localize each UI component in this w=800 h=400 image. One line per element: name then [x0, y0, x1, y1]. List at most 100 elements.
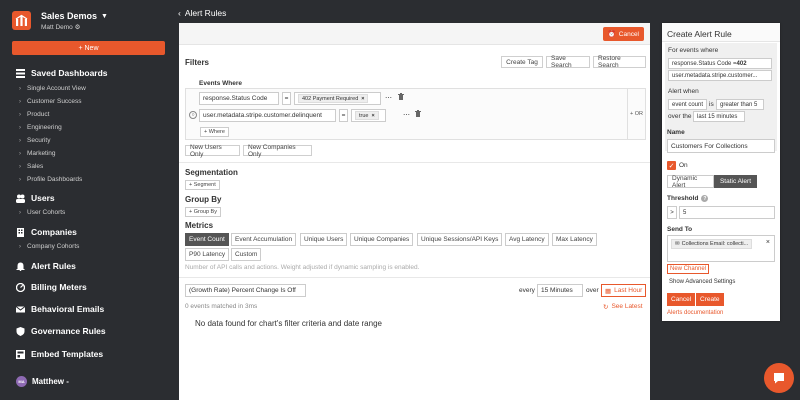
nav-sub-label: Company Cohorts [27, 243, 80, 250]
metric-unique-sessions[interactable]: Unique Sessions/API Keys [417, 233, 503, 246]
metric-max-latency[interactable]: Max Latency [552, 233, 597, 246]
metric-p90-latency[interactable]: P90 Latency [185, 248, 230, 261]
trash-icon[interactable] [398, 93, 404, 102]
enabled-checkbox[interactable]: ✓ [667, 161, 676, 170]
nav-dashboard-item[interactable]: › Product [19, 111, 49, 118]
nav-billing-meters[interactable]: Billing Meters [16, 282, 87, 292]
value-tag: 402 Payment Required × [298, 94, 369, 103]
add-or-button[interactable]: + OR [627, 89, 645, 139]
metric-event-count[interactable]: Event Count [185, 233, 229, 246]
filter-operator-1[interactable]: = [282, 92, 291, 105]
more-icon[interactable]: ⋯ [403, 111, 410, 119]
filter-operator-2[interactable]: = [339, 109, 348, 122]
alert-condition: greater than 5 [716, 99, 764, 110]
nav-users[interactable]: Users [16, 193, 55, 203]
every-label: every [519, 287, 535, 294]
lock-icon: ○ [189, 111, 197, 119]
chevron-right-icon: › [19, 137, 21, 144]
alert-cancel-button[interactable]: Cancel [667, 293, 696, 306]
query-panel: ⏰ Cancel Filters Create Tag Save Search R… [179, 23, 650, 400]
gauge-icon [16, 282, 25, 292]
new-channel-button[interactable]: New Channel [667, 264, 710, 274]
nav-dashboard-item[interactable]: › Single Account View [19, 85, 86, 92]
new-button[interactable]: + New [12, 41, 165, 55]
send-to-field[interactable]: ✉ Collections Email: collecti... × [667, 235, 775, 262]
metric-unique-users[interactable]: Unique Users [300, 233, 348, 246]
users-icon [16, 194, 25, 203]
more-icon[interactable]: ⋯ [385, 94, 392, 102]
nav-embed-templates[interactable]: Embed Templates [16, 349, 103, 359]
nav-behavioral-emails[interactable]: Behavioral Emails [16, 304, 104, 314]
new-users-only-button[interactable]: New Users Only [185, 144, 240, 158]
see-latest-link[interactable]: ↻ See Latest [603, 303, 643, 311]
dashboard-icon [16, 68, 25, 78]
add-group-by-button[interactable]: + Group By [185, 207, 221, 217]
alert-window: last 15 minutes [693, 111, 745, 122]
help-icon[interactable]: ? [701, 195, 709, 202]
nav-dashboard-item[interactable]: › Security [19, 137, 50, 144]
alert-create-button[interactable]: Create [696, 293, 724, 306]
nav-company-cohorts[interactable]: › Company Cohorts [19, 243, 79, 250]
chevron-right-icon: › [19, 85, 21, 92]
nav-alert-rules[interactable]: Alert Rules [16, 261, 76, 271]
group-by-title: Group By [185, 195, 222, 204]
nav-user-cohorts[interactable]: › User Cohorts [19, 209, 65, 216]
create-tag-button[interactable]: Create Tag [501, 56, 543, 68]
nav-dashboard-item[interactable]: › Sales [19, 163, 43, 170]
save-search-button[interactable]: Save Search [546, 55, 590, 69]
trash-icon[interactable] [415, 110, 421, 119]
remove-icon[interactable]: × [371, 113, 374, 119]
show-advanced-link[interactable]: Show Advanced Settings [669, 279, 735, 285]
template-icon [16, 349, 25, 359]
filter-field-2[interactable]: user.metadata.stripe.customer.delinquent [199, 109, 336, 122]
alerts-docs-link[interactable]: Alerts documentation [667, 310, 723, 316]
range-select[interactable]: ▦ Last Hour [601, 284, 646, 297]
cancel-button[interactable]: ⏰ Cancel [602, 27, 644, 41]
panel-toolbar: ⏰ Cancel [179, 23, 650, 45]
over-the-label: over the [668, 113, 692, 120]
chevron-right-icon: › [19, 124, 21, 131]
new-companies-only-button[interactable]: New Companies Only [243, 144, 312, 158]
metric-hint: Number of API calls and actions. Weight … [185, 264, 420, 271]
back-link[interactable]: ‹ Alert Rules [178, 8, 226, 18]
filter-field-1[interactable]: response.Status Code [199, 92, 279, 105]
account-menu[interactable]: MA Matthew - [16, 376, 69, 387]
threshold-operator[interactable]: > [667, 206, 677, 219]
chevron-right-icon: › [19, 163, 21, 170]
nav-dashboard-item[interactable]: › Marketing [19, 150, 56, 157]
footer-user-name: Matthew - [32, 377, 69, 386]
add-segment-button[interactable]: + Segment [185, 180, 220, 190]
nav-label: Alert Rules [31, 261, 76, 271]
over-label: over [586, 287, 599, 294]
filter-value-1[interactable]: 402 Payment Required × [294, 92, 381, 105]
nav-sub-label: Customer Success [27, 98, 82, 105]
nav-dashboard-item[interactable]: › Customer Success [19, 98, 82, 105]
remove-icon[interactable]: × [766, 239, 770, 246]
chat-button[interactable] [764, 363, 794, 393]
growth-rate-toggle[interactable]: (Growth Rate) Percent Change Is Off [185, 284, 306, 297]
nav-saved-dashboards[interactable]: Saved Dashboards [16, 68, 108, 78]
threshold-label: Threshold? [667, 195, 709, 202]
tag-label: 402 Payment Required [302, 95, 359, 102]
metric-unique-companies[interactable]: Unique Companies [350, 233, 414, 246]
segmentation-title: Segmentation [185, 168, 238, 177]
remove-icon[interactable]: × [361, 96, 364, 102]
metric-event-accumulation[interactable]: Event Accumulation [231, 233, 297, 246]
nav-governance-rules[interactable]: Governance Rules [16, 326, 106, 336]
org-switcher[interactable]: Sales Demos ▼ Matt Demo ⚙ [12, 11, 108, 31]
metric-avg-latency[interactable]: Avg Latency [505, 233, 549, 246]
nav-dashboard-item[interactable]: › Profile Dashboards [19, 176, 82, 183]
restore-search-button[interactable]: Restore Search [593, 55, 646, 69]
alert-name-input[interactable]: Customers For Collections [667, 139, 775, 153]
filter-value-2[interactable]: true × [351, 109, 386, 122]
nav-dashboard-item[interactable]: › Engineering [19, 124, 62, 131]
interval-select[interactable]: 15 Minutes [537, 284, 583, 297]
add-where-button[interactable]: + Where [200, 127, 229, 137]
refresh-icon: ↻ [603, 304, 609, 311]
nav-companies[interactable]: Companies [16, 227, 77, 237]
threshold-input[interactable]: 5 [679, 206, 775, 219]
static-alert-tab[interactable]: Static Alert [714, 175, 757, 188]
metric-custom[interactable]: Custom [231, 248, 262, 261]
dynamic-alert-tab[interactable]: Dynamic Alert [667, 175, 714, 189]
org-name: Sales Demos [41, 11, 98, 21]
